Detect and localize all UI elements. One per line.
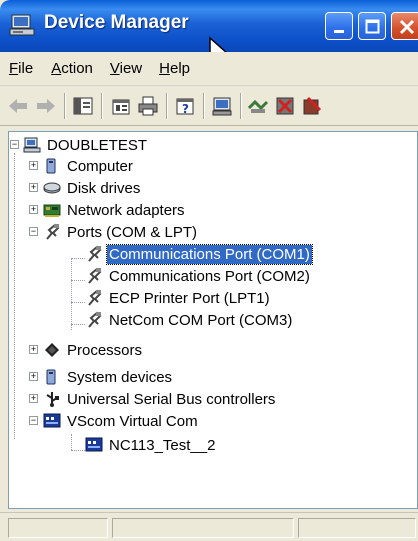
tree-item-nc113[interactable]: NC113_Test__2 xyxy=(85,434,217,456)
computer-icon xyxy=(23,136,41,154)
tree-item-computer[interactable]: Computer xyxy=(43,155,135,177)
forward-arrow-icon[interactable] xyxy=(34,94,58,118)
properties-icon[interactable] xyxy=(109,94,133,118)
tree-connector xyxy=(71,258,72,330)
tree-item-com3[interactable]: NetCom COM Port (COM3) xyxy=(85,309,294,331)
port-icon xyxy=(85,267,103,285)
tree-expander[interactable]: + xyxy=(29,345,38,354)
port-icon xyxy=(85,245,103,263)
port-icon xyxy=(85,289,103,307)
usb-icon xyxy=(43,390,61,408)
maximize-icon xyxy=(365,19,380,34)
show-hide-tree-icon[interactable] xyxy=(71,94,95,118)
tree-item-network-adapters[interactable]: Network adapters xyxy=(43,199,187,221)
back-arrow-icon[interactable] xyxy=(6,94,30,118)
tree-item-lpt1[interactable]: ECP Printer Port (LPT1) xyxy=(85,287,272,309)
disk-drive-icon xyxy=(43,179,61,197)
tree-item-disk-drives[interactable]: Disk drives xyxy=(43,177,142,199)
tree-connector xyxy=(71,302,85,303)
tree-expander[interactable]: + xyxy=(29,372,38,381)
tree-connector xyxy=(71,434,72,450)
help-icon[interactable]: ? xyxy=(173,94,197,118)
toolbar-separator xyxy=(203,93,205,119)
tree-item-processors[interactable]: Processors xyxy=(43,339,144,361)
tree-connector xyxy=(71,258,85,259)
toolbar: ? xyxy=(0,86,418,126)
status-pane xyxy=(8,518,108,538)
device-tree[interactable]: − DOUBLETEST + Computer + Disk drives + … xyxy=(8,131,418,509)
menu-view[interactable]: View xyxy=(110,60,155,77)
toolbar-separator xyxy=(166,93,168,119)
tree-root[interactable]: DOUBLETEST xyxy=(23,134,149,156)
minimize-icon xyxy=(334,30,344,33)
print-icon[interactable] xyxy=(136,94,160,118)
tree-expander[interactable]: + xyxy=(29,183,38,192)
tree-item-com2[interactable]: Communications Port (COM2) xyxy=(85,265,312,287)
tree-item-ports[interactable]: Ports (COM & LPT) xyxy=(43,221,199,243)
network-adapter-icon xyxy=(43,201,61,219)
svg-text:?: ? xyxy=(182,102,189,116)
tree-root-label: DOUBLETEST xyxy=(47,136,148,154)
tree-expander[interactable]: − xyxy=(29,416,38,425)
tree-connector xyxy=(71,280,85,281)
tree-item-vscom[interactable]: VScom Virtual Com xyxy=(43,410,200,432)
port-icon xyxy=(43,223,61,241)
minimize-button[interactable] xyxy=(325,12,353,40)
tree-item-usb[interactable]: Universal Serial Bus controllers xyxy=(43,388,277,410)
tree-expander[interactable]: + xyxy=(29,205,38,214)
computer-icon xyxy=(43,157,61,175)
tree-expander[interactable]: − xyxy=(10,140,19,149)
virtual-com-icon xyxy=(43,412,61,430)
maximize-button[interactable] xyxy=(358,12,386,40)
status-pane xyxy=(112,518,294,538)
tree-item-com1[interactable]: Communications Port (COM1) xyxy=(85,243,313,265)
tree-expander[interactable]: + xyxy=(29,394,38,403)
toolbar-separator xyxy=(64,93,66,119)
menu-action[interactable]: Action xyxy=(51,60,106,77)
close-icon xyxy=(399,19,415,35)
computer-icon xyxy=(8,11,36,39)
system-devices-icon xyxy=(43,368,61,386)
disable-icon[interactable] xyxy=(300,94,324,118)
virtual-com-icon xyxy=(85,436,103,454)
status-bar xyxy=(0,512,418,541)
menu-help[interactable]: Help xyxy=(159,60,203,77)
tree-connector xyxy=(14,153,15,439)
tree-item-system-devices[interactable]: System devices xyxy=(43,366,174,388)
menu-file[interactable]: File xyxy=(9,60,47,77)
tree-expander[interactable]: − xyxy=(29,227,38,236)
close-button[interactable] xyxy=(391,12,418,40)
port-icon xyxy=(85,311,103,329)
scan-hardware-icon[interactable] xyxy=(210,94,234,118)
toolbar-separator xyxy=(101,93,103,119)
tree-connector xyxy=(71,450,85,451)
window-title: Device Manager xyxy=(44,12,189,33)
tree-expander[interactable]: + xyxy=(29,161,38,170)
uninstall-icon[interactable] xyxy=(273,94,297,118)
processor-icon xyxy=(43,341,61,359)
toolbar-separator xyxy=(240,93,242,119)
status-pane xyxy=(298,518,416,538)
update-driver-icon[interactable] xyxy=(246,94,270,118)
tree-connector xyxy=(71,324,85,325)
menu-bar: File Action View Help xyxy=(0,52,418,86)
